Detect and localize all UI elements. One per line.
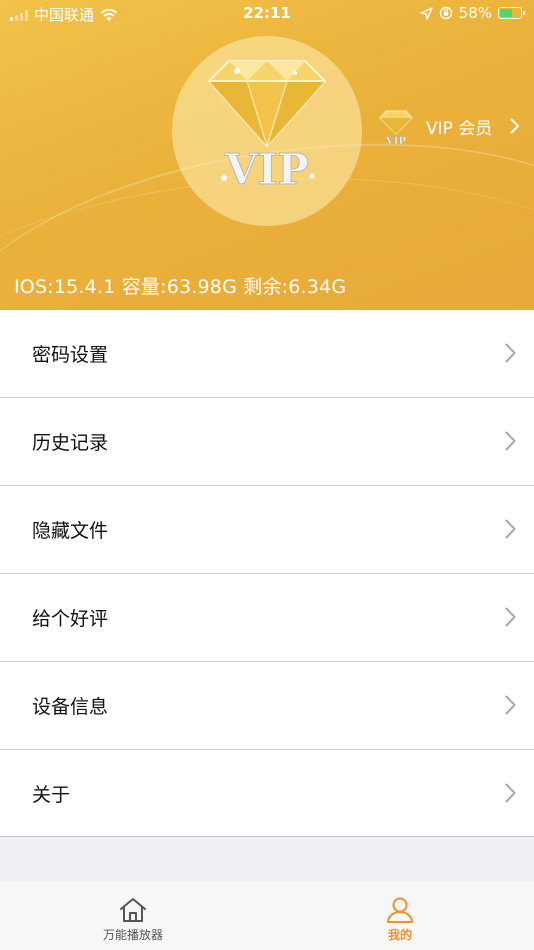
tab-bar: 万能播放器 我的 [0, 882, 534, 950]
menu-item-label: 密码设置 [32, 344, 109, 366]
chevron-right-icon [505, 695, 516, 715]
vip-member-label: VIP 会员 [426, 118, 493, 139]
menu-item-hidden-files[interactable]: 隐藏文件 [0, 486, 534, 574]
location-arrow-icon [419, 6, 433, 20]
tab-player[interactable]: 万能播放器 [63, 896, 203, 943]
home-icon [120, 898, 146, 922]
tab-label: 我的 [387, 928, 412, 942]
menu-item-label: 给个好评 [32, 608, 109, 630]
settings-menu: 密码设置 历史记录 隐藏文件 给个好评 设备信息 关于 [0, 310, 534, 837]
chevron-right-icon [505, 519, 516, 539]
tab-label: 万能播放器 [102, 928, 163, 942]
profile-header: 中国联通 22:11 58% VIP VIP VIP 会员 IOS:15.4.1… [0, 0, 534, 310]
chevron-right-icon [505, 607, 516, 627]
chevron-right-icon [510, 118, 520, 134]
menu-item-label: 设备信息 [32, 696, 109, 718]
orientation-lock-icon [439, 6, 452, 20]
vip-badge-text: VIP [224, 145, 309, 194]
battery-percent: 58% [458, 4, 492, 22]
menu-item-about[interactable]: 关于 [0, 750, 534, 837]
chevron-right-icon [505, 343, 516, 363]
menu-item-label: 隐藏文件 [32, 520, 109, 542]
diamond-vip-icon: VIP [207, 60, 327, 195]
vip-badge-circle[interactable]: VIP [172, 36, 362, 226]
menu-item-rate-app[interactable]: 给个好评 [0, 574, 534, 662]
battery-fill [500, 9, 512, 17]
chevron-right-icon [505, 783, 516, 803]
svg-text:VIP: VIP [385, 136, 406, 146]
menu-item-label: 关于 [32, 783, 71, 806]
menu-item-device-info[interactable]: 设备信息 [0, 662, 534, 750]
chevron-right-icon [505, 431, 516, 451]
vip-member-link[interactable]: VIP VIP 会员 [376, 106, 520, 146]
menu-item-label: 历史记录 [32, 432, 109, 454]
small-diamond-icon: VIP [379, 110, 413, 146]
tab-mine[interactable]: 我的 [330, 896, 470, 943]
menu-item-history[interactable]: 历史记录 [0, 398, 534, 486]
battery-icon [498, 7, 525, 19]
person-icon [387, 897, 413, 923]
device-storage-info: IOS:15.4.1 容量:63.98G 剩余:6.34G [14, 276, 347, 298]
status-bar: 中国联通 22:11 58% [0, 0, 534, 28]
menu-item-password-settings[interactable]: 密码设置 [0, 310, 534, 398]
